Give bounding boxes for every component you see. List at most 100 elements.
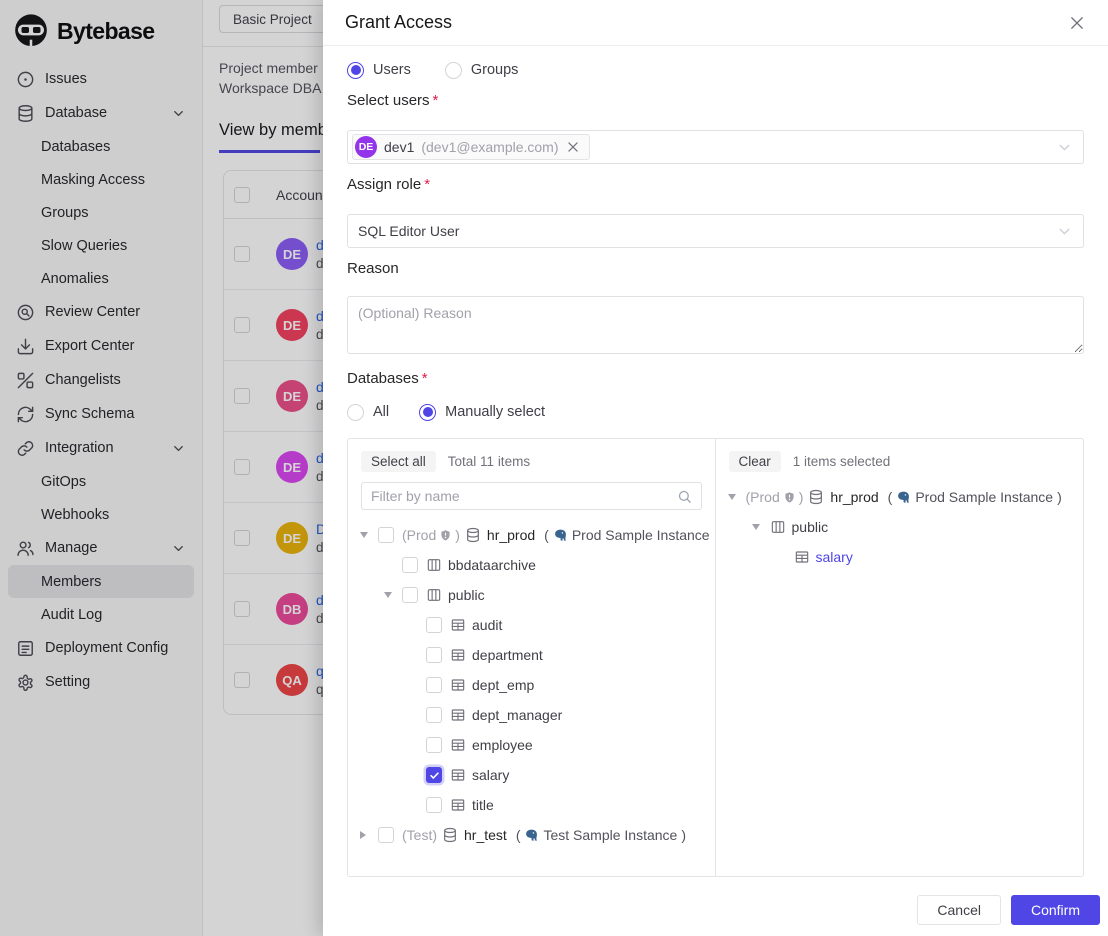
environment-tag: (Prod) (746, 489, 804, 505)
engine-postgres-icon (553, 528, 568, 543)
tree-checkbox[interactable] (426, 647, 442, 663)
shield-icon (783, 491, 796, 504)
tree-checkbox[interactable] (426, 677, 442, 693)
remove-user-icon[interactable] (566, 140, 580, 154)
tree-node-label[interactable]: dept_emp (472, 677, 534, 693)
total-items-count: Total 11 items (448, 454, 530, 469)
tree-node-label[interactable]: employee (472, 737, 533, 753)
table-icon (450, 677, 466, 693)
radio-groups[interactable]: Groups (445, 62, 519, 79)
database-icon (808, 489, 824, 505)
caret-down-icon[interactable] (752, 524, 770, 530)
radio-all-databases[interactable]: All (347, 404, 389, 421)
tree-checkbox[interactable] (426, 737, 442, 753)
transfer-target-header: Clear 1 items selected (722, 449, 1078, 473)
tree-node-label[interactable]: hr_test (464, 827, 507, 843)
tree-row: bbdataarchive (354, 550, 709, 580)
tree-row: dept_manager (354, 700, 709, 730)
filter-by-name-input[interactable] (371, 488, 677, 504)
tree-row: public (722, 512, 1078, 542)
tree-checkbox[interactable] (426, 707, 442, 723)
radio-all-label: All (373, 404, 389, 420)
table-icon (450, 617, 466, 633)
caret-right-icon[interactable] (360, 831, 378, 839)
caret-down-icon[interactable] (384, 592, 402, 598)
modal-title: Grant Access (345, 12, 452, 33)
instance-tag: (Prod Sample Instance) (544, 527, 708, 543)
tree-row: dept_emp (354, 670, 709, 700)
tree-checkbox[interactable] (378, 827, 394, 843)
shield-icon (439, 529, 452, 542)
tree-node-label[interactable]: dept_manager (472, 707, 562, 723)
assign-role-select[interactable]: SQL Editor User (347, 214, 1084, 248)
tree-node-label[interactable]: department (472, 647, 543, 663)
radio-all-control[interactable] (347, 404, 364, 421)
radio-groups-control[interactable] (445, 62, 462, 79)
table-icon (794, 549, 810, 565)
select-users-input[interactable]: DE dev1 (dev1@example.com) (347, 130, 1084, 164)
tree-node-label[interactable]: title (472, 797, 494, 813)
table-icon (450, 737, 466, 753)
database-transfer: Select all Total 11 items (Prod)hr_prod(… (347, 438, 1084, 877)
table-icon (450, 767, 466, 783)
chevron-down-icon (1056, 223, 1073, 240)
tree-checkbox[interactable] (426, 767, 442, 783)
schema-icon (426, 557, 442, 573)
radio-users-label: Users (373, 62, 411, 78)
instance-tag: (Test Sample Instance) (516, 827, 686, 843)
tree-checkbox[interactable] (402, 557, 418, 573)
clear-button[interactable]: Clear (729, 451, 781, 472)
radio-users-control[interactable] (347, 62, 364, 79)
tree-node-label[interactable]: bbdataarchive (448, 557, 536, 573)
filter-input-wrapper (361, 482, 702, 510)
required-asterisk: * (433, 92, 439, 109)
source-tree: (Prod) hr_prod (Prod Sample Instance) bbdat… (354, 520, 709, 850)
tree-node-label[interactable]: salary (816, 549, 853, 565)
tree-node-label[interactable]: hr_prod (830, 489, 878, 505)
cancel-button[interactable]: Cancel (917, 895, 1001, 925)
transfer-source-header: Select all Total 11 items (354, 449, 709, 473)
tree-node-label[interactable]: audit (472, 617, 502, 633)
select-all-button[interactable]: Select all (361, 451, 436, 472)
selected-items-count: 1 items selected (793, 454, 891, 469)
environment-tag: (Prod) (402, 527, 460, 543)
caret-down-icon[interactable] (360, 532, 378, 538)
instance-tag: (Prod Sample Instance) (888, 489, 1062, 505)
engine-postgres-icon (896, 490, 911, 505)
chevron-down-icon (1056, 139, 1073, 156)
schema-icon (770, 519, 786, 535)
transfer-source-panel: Select all Total 11 items (Prod)hr_prod(… (348, 439, 716, 876)
select-users-label: Select users* (347, 92, 1084, 112)
transfer-target-panel: Clear 1 items selected (Prod) hr_prod (Pro… (716, 439, 1084, 876)
radio-manually-select-label: Manually select (445, 404, 545, 420)
radio-manually-select-control[interactable] (419, 404, 436, 421)
tree-node-label[interactable]: public (792, 519, 829, 535)
member-type-radio-group: Users Groups (347, 60, 1084, 80)
databases-radio-group: All Manually select (347, 402, 1084, 422)
user-chip: DE dev1 (dev1@example.com) (352, 134, 590, 160)
tree-node-label[interactable]: salary (472, 767, 509, 783)
table-icon (450, 647, 466, 663)
modal-body: Users Groups Select users* DE dev1 (dev1… (323, 46, 1108, 936)
tree-checkbox[interactable] (426, 797, 442, 813)
close-icon[interactable] (1068, 14, 1086, 32)
required-asterisk: * (424, 176, 430, 193)
table-icon (450, 707, 466, 723)
tree-row: audit (354, 610, 709, 640)
assign-role-label: Assign role* (347, 176, 1084, 196)
tree-node-label[interactable]: hr_prod (487, 527, 535, 543)
user-chip-avatar: DE (355, 136, 377, 158)
confirm-button[interactable]: Confirm (1011, 895, 1100, 925)
tree-checkbox[interactable] (426, 617, 442, 633)
reason-textarea[interactable] (347, 296, 1084, 354)
tree-row: salary (722, 542, 1078, 572)
database-icon (465, 527, 481, 543)
tree-checkbox[interactable] (378, 527, 394, 543)
radio-manually-select[interactable]: Manually select (419, 404, 545, 421)
tree-row: employee (354, 730, 709, 760)
radio-users[interactable]: Users (347, 62, 411, 79)
tree-checkbox[interactable] (402, 587, 418, 603)
radio-groups-label: Groups (471, 62, 519, 78)
caret-down-icon[interactable] (728, 494, 746, 500)
tree-node-label[interactable]: public (448, 587, 485, 603)
